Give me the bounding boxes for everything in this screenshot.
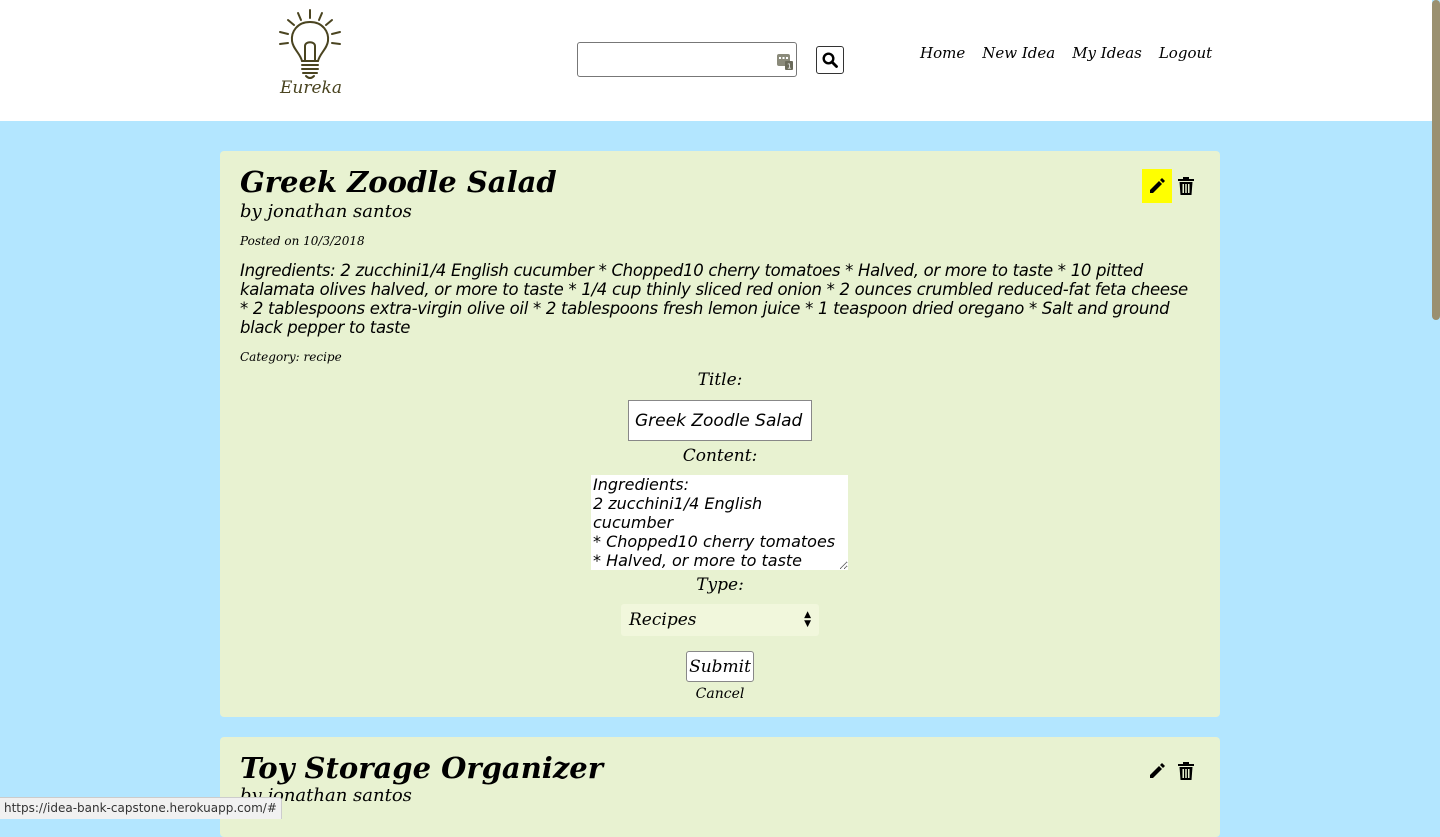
svg-text:1: 1 bbox=[787, 63, 791, 71]
idea-card: Greek Zoodle Salad by jonathan santos Po… bbox=[220, 151, 1220, 717]
type-select[interactable]: Recipes ▲ ▼ bbox=[621, 604, 819, 636]
password-manager-icon[interactable]: 1 bbox=[777, 52, 793, 71]
idea-author: by jonathan santos bbox=[240, 201, 412, 222]
trash-icon bbox=[1178, 762, 1194, 780]
logo-text: Eureka bbox=[280, 78, 342, 98]
search-button[interactable] bbox=[816, 46, 844, 74]
posted-date: Posted on 10/3/2018 bbox=[240, 234, 365, 248]
select-arrows-icon: ▲ ▼ bbox=[804, 610, 811, 629]
edit-button[interactable] bbox=[1142, 754, 1172, 788]
idea-content: Ingredients: 2 zucchini1/4 English cucum… bbox=[240, 261, 1188, 337]
title-input[interactable] bbox=[628, 400, 812, 441]
search-icon bbox=[822, 52, 838, 68]
scrollbar-thumb[interactable] bbox=[1432, 0, 1440, 320]
idea-category: Category: recipe bbox=[240, 350, 342, 364]
edit-button[interactable] bbox=[1142, 169, 1172, 203]
main-nav: Home New Idea My Ideas Logout bbox=[920, 43, 1212, 63]
idea-card: Toy Storage Organizer by jonathan santos bbox=[220, 737, 1220, 837]
idea-title: Greek Zoodle Salad bbox=[240, 165, 557, 199]
idea-title: Toy Storage Organizer bbox=[240, 751, 604, 785]
nav-logout[interactable]: Logout bbox=[1159, 43, 1212, 63]
title-label: Title: bbox=[697, 370, 743, 390]
content-label: Content: bbox=[682, 446, 758, 466]
trash-icon bbox=[1178, 177, 1194, 195]
type-select-value: Recipes bbox=[629, 610, 697, 630]
cancel-link[interactable]: Cancel bbox=[220, 685, 1220, 703]
nav-home[interactable]: Home bbox=[920, 43, 965, 63]
content-textarea[interactable]: Ingredients: 2 zucchini1/4 English cucum… bbox=[591, 475, 848, 570]
nav-my-ideas[interactable]: My Ideas bbox=[1072, 43, 1142, 63]
type-label: Type: bbox=[696, 575, 744, 595]
search-input[interactable] bbox=[577, 42, 797, 77]
site-header: Eureka 1 Home New Idea My Ideas Logout bbox=[0, 0, 1432, 121]
eureka-logo[interactable]: Eureka bbox=[270, 6, 350, 102]
delete-button[interactable] bbox=[1171, 169, 1201, 203]
pencil-icon bbox=[1150, 178, 1165, 193]
status-bar-url: https://idea-bank-capstone.herokuapp.com… bbox=[0, 797, 282, 819]
submit-button[interactable]: Submit bbox=[686, 651, 754, 682]
delete-button[interactable] bbox=[1171, 754, 1201, 788]
nav-new-idea[interactable]: New Idea bbox=[982, 43, 1055, 63]
pencil-icon bbox=[1150, 763, 1165, 778]
